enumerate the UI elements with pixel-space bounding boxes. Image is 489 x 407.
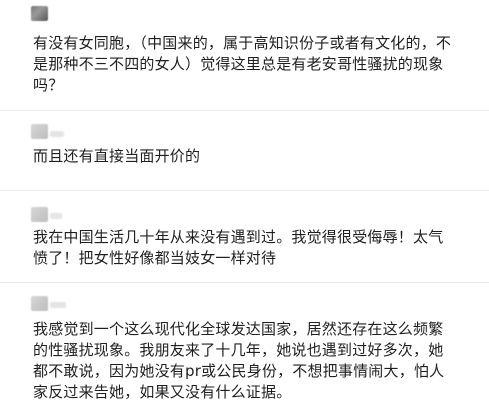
divider [0, 190, 489, 191]
comment-text: 有没有女同胞，（中国来的，属于高知识份子或者有文化的，不是那种不三不四的女人）觉… [33, 34, 452, 94]
username-blurred [50, 131, 64, 137]
comment-text: 而且还有直接当面开价的 [33, 147, 201, 165]
avatar[interactable] [31, 296, 48, 311]
avatar[interactable] [31, 124, 48, 139]
comment-text: 我感觉到一个这么现代化全球发达国家，居然还存在这么频繁的性骚扰现象。我朋友来了十… [33, 320, 445, 401]
username-blurred [50, 302, 66, 308]
comment-feed: 有没有女同胞，（中国来的，属于高知识份子或者有文化的，不是那种不三不四的女人）觉… [0, 0, 489, 407]
comment-text: 我在中国生活几十年从来没有遇到过。我觉得很受侮辱！太气愤了！把女性好像都当妓女一… [33, 228, 444, 267]
divider [0, 282, 489, 283]
divider [0, 110, 489, 111]
avatar[interactable] [31, 207, 48, 222]
username-blurred [50, 213, 62, 219]
avatar[interactable] [31, 6, 48, 21]
